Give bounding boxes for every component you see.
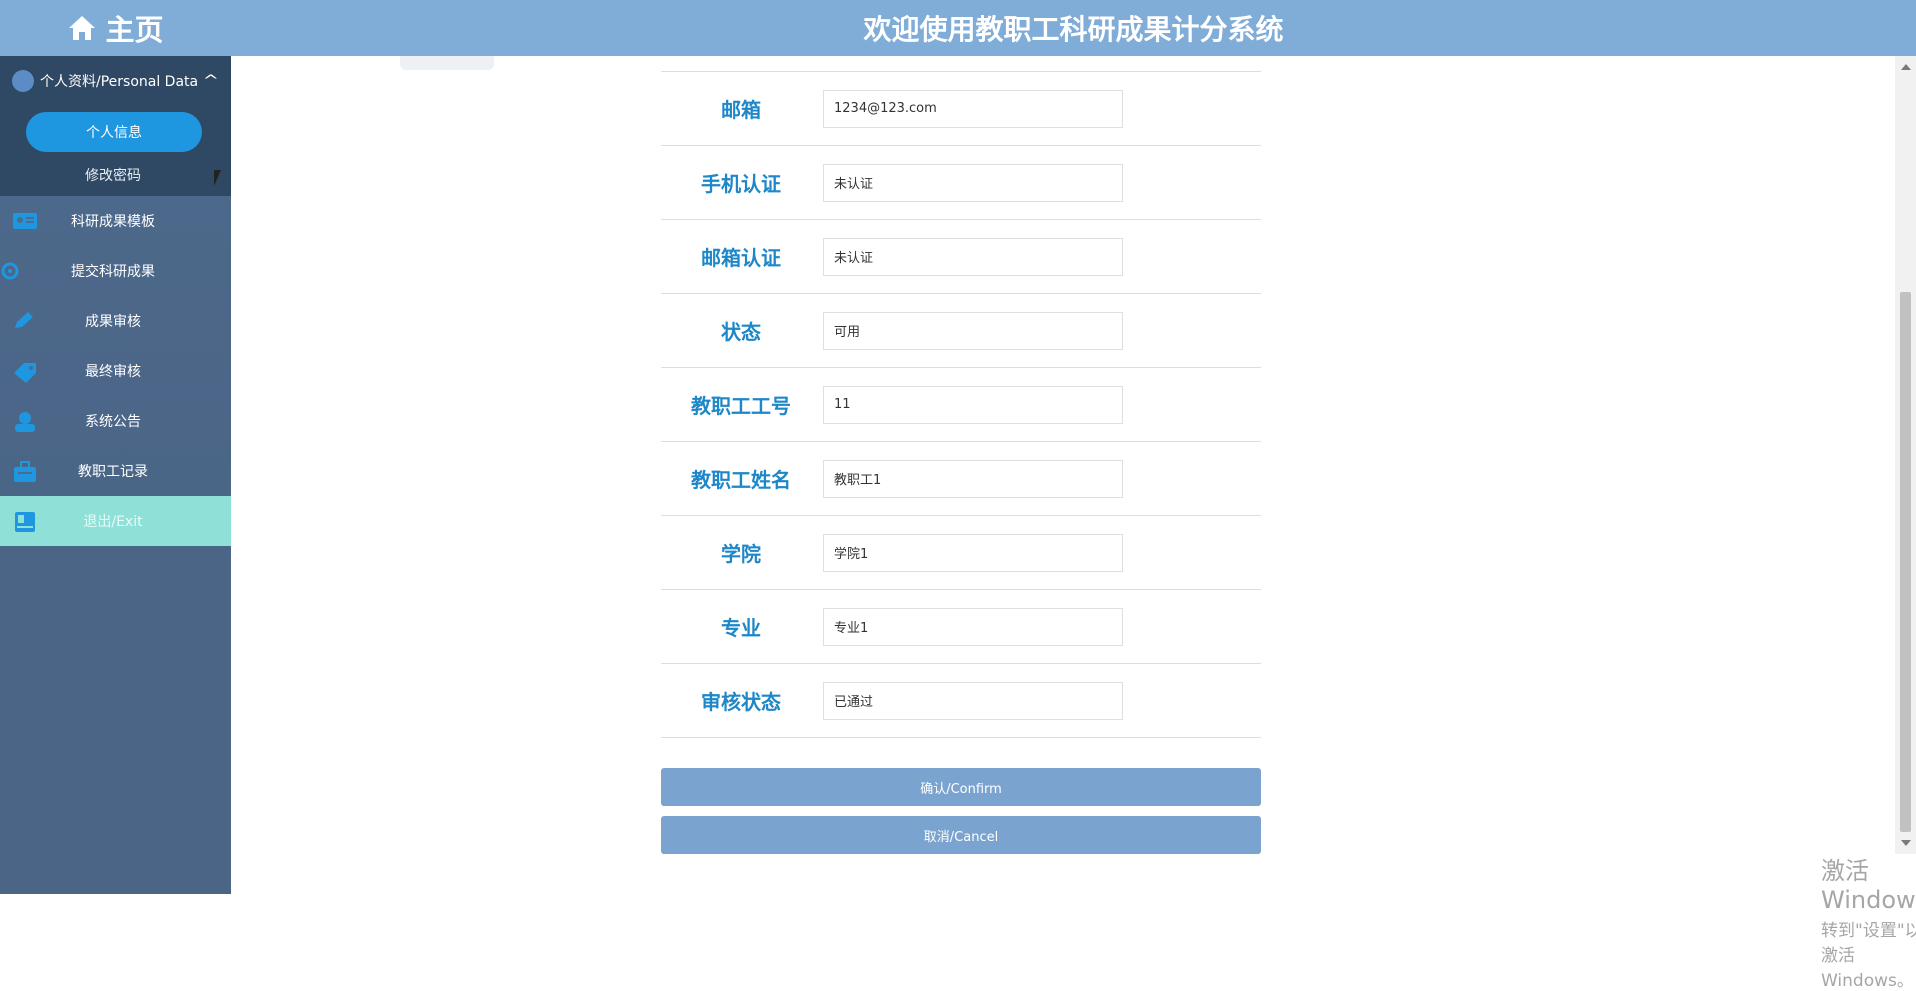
form-row: 状态 可用	[661, 294, 1261, 368]
field-value-input[interactable]: 1234@123.com	[823, 89, 1123, 128]
sidebar-item-exit[interactable]: 退出/Exit	[0, 496, 231, 546]
chevron-up-icon: ^	[202, 73, 220, 89]
field-value-input[interactable]: 未认证	[823, 237, 1123, 276]
top-bar: 欢迎使用教职工科研成果计分系统	[231, 0, 1916, 56]
partial-element	[400, 56, 494, 70]
mouse-cursor-icon	[214, 170, 221, 186]
confirm-button[interactable]: 确认/Confirm	[661, 768, 1261, 806]
book-icon	[12, 511, 38, 532]
home-icon	[67, 14, 97, 42]
form-row: 教职工工号 11	[661, 368, 1261, 442]
main-content: 邮箱 1234@123.com 手机认证 未认证 邮箱认证 未认证 状态 可用 教职工工号 11 教…	[231, 56, 1916, 991]
form-row: 邮箱 1234@123.com	[661, 72, 1261, 146]
form-row: 手机认证 未认证	[661, 146, 1261, 220]
field-label: 教职工工号	[691, 394, 791, 418]
form-row: 审核状态 已通过	[661, 664, 1261, 738]
gear-icon	[0, 261, 26, 281]
field-label: 状态	[721, 320, 761, 344]
sidebar-item-change-password[interactable]: 修改密码	[0, 160, 226, 190]
field-value-input[interactable]: 可用	[823, 311, 1123, 350]
scrollbar-thumb[interactable]	[1900, 292, 1911, 832]
form-row: 教职工姓名 教职工1	[661, 442, 1261, 516]
sidebar-item-label: 提交科研成果	[71, 264, 155, 280]
edit-icon	[12, 311, 38, 331]
field-label: 学院	[721, 542, 761, 566]
sidebar-item-final-review[interactable]: 最终审核	[0, 346, 231, 396]
cancel-button[interactable]: 取消/Cancel	[661, 816, 1261, 854]
sidebar-group-label: 个人资料/Personal Data	[40, 74, 199, 90]
sidebar-item-submit-research[interactable]: 提交科研成果	[0, 246, 231, 296]
field-value-input[interactable]: 已通过	[823, 681, 1123, 720]
form-row: 专业 专业1	[661, 590, 1261, 664]
home-link[interactable]: 主页	[0, 0, 231, 56]
field-label: 邮箱认证	[701, 246, 781, 270]
form-row: 学院 学院1	[661, 516, 1261, 590]
briefcase-icon	[12, 461, 38, 482]
id-card-icon	[12, 211, 38, 231]
field-value-input[interactable]: 未认证	[823, 163, 1123, 202]
field-label: 教职工姓名	[691, 468, 791, 492]
field-label: 专业	[721, 616, 761, 640]
field-label: 邮箱	[721, 98, 761, 122]
watermark-line1: 激活 Windows	[1821, 857, 1916, 914]
user-avatar-icon	[12, 70, 34, 92]
sidebar-item-staff-records[interactable]: 教职工记录	[0, 446, 231, 496]
field-value-input[interactable]: 专业1	[823, 607, 1123, 646]
form-row: 邮箱认证 未认证	[661, 220, 1261, 294]
field-label: 手机认证	[701, 172, 781, 196]
page-title: 欢迎使用教职工科研成果计分系统	[863, 13, 1284, 46]
home-label: 主页	[105, 13, 164, 47]
sidebar-item-personal-info[interactable]: 个人信息	[26, 112, 202, 152]
field-label: 审核状态	[701, 690, 781, 714]
scroll-up-arrow-icon[interactable]	[1901, 64, 1911, 70]
watermark-line2: 转到"设置"以激活 Windows。	[1821, 921, 1916, 991]
scroll-down-arrow-icon[interactable]	[1901, 840, 1911, 846]
profile-form: 邮箱 1234@123.com 手机认证 未认证 邮箱认证 未认证 状态 可用 教职工工号 11 教…	[661, 56, 1261, 738]
sidebar-item-result-review[interactable]: 成果审核	[0, 296, 231, 346]
form-row-partial	[661, 56, 1261, 72]
sidebar-item-research-template[interactable]: 科研成果模板	[0, 196, 231, 246]
windows-activation-watermark: 激活 Windows 转到"设置"以激活 Windows。	[1821, 851, 1916, 991]
field-value-input[interactable]: 11	[823, 385, 1123, 424]
sidebar-item-announcement[interactable]: 系统公告	[0, 396, 231, 446]
sidebar-submenu: 个人信息 修改密码	[0, 106, 231, 196]
field-value-input[interactable]: 学院1	[823, 533, 1123, 572]
scrollbar[interactable]	[1895, 56, 1916, 854]
tag-icon	[12, 361, 38, 383]
field-value-input[interactable]: 教职工1	[823, 459, 1123, 498]
sidebar-group-personal-data[interactable]: 个人资料/Personal Data ^	[0, 56, 231, 106]
user-icon	[12, 411, 38, 432]
sidebar: 主页 个人资料/Personal Data ^ 个人信息 修改密码 科研成果模板…	[0, 0, 231, 894]
